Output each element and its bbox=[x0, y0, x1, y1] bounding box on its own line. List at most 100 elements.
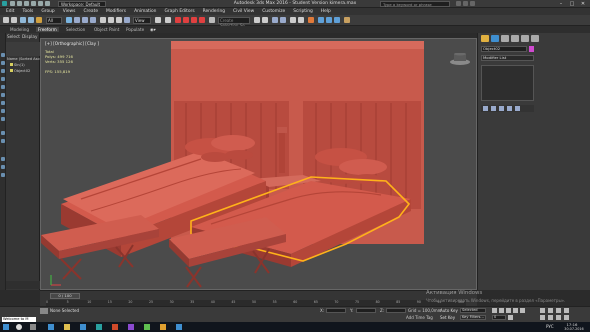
modifier-list-select[interactable]: Modifier List bbox=[481, 55, 534, 61]
y-coord-field[interactable] bbox=[356, 308, 376, 313]
render-production-icon[interactable] bbox=[334, 17, 340, 23]
task-view-icon[interactable] bbox=[30, 324, 36, 330]
menu-animation[interactable]: Animation bbox=[134, 9, 156, 14]
rendered-frame-window-icon[interactable] bbox=[326, 17, 332, 23]
selection-lock-icon[interactable] bbox=[40, 308, 48, 314]
freeze-icon[interactable] bbox=[1, 165, 5, 169]
binoculars-icon[interactable] bbox=[456, 1, 461, 6]
configure-sets-icon[interactable] bbox=[515, 106, 520, 111]
select-by-name-icon[interactable] bbox=[74, 17, 80, 23]
modifier-stack[interactable] bbox=[481, 65, 534, 101]
render-setup-icon[interactable] bbox=[318, 17, 324, 23]
tab-freeform[interactable]: Freeform bbox=[36, 27, 59, 32]
3dsmax-taskbar-icon[interactable] bbox=[96, 324, 102, 330]
window-crossing-icon[interactable] bbox=[90, 17, 96, 23]
open-icon[interactable] bbox=[17, 1, 22, 6]
pan-icon[interactable] bbox=[548, 315, 553, 320]
key-filters-button[interactable]: Key Filters... bbox=[460, 315, 486, 320]
explorer-tab-select[interactable]: Select bbox=[7, 34, 20, 39]
pin-stack-icon[interactable] bbox=[483, 106, 488, 111]
auto-key-button[interactable]: Auto Key bbox=[440, 308, 458, 313]
pivot-center-icon[interactable] bbox=[155, 17, 161, 23]
chrome-icon[interactable] bbox=[160, 324, 166, 330]
display-all-icon[interactable] bbox=[1, 69, 5, 73]
selection-filter-select[interactable]: All bbox=[46, 17, 62, 24]
photoshop-icon[interactable] bbox=[176, 324, 182, 330]
tab-selection[interactable]: Selection bbox=[66, 27, 85, 32]
select-object-icon[interactable] bbox=[66, 17, 72, 23]
curve-editor-icon[interactable] bbox=[290, 17, 296, 23]
menu-views[interactable]: Views bbox=[63, 9, 76, 14]
modify-tab-icon[interactable] bbox=[491, 35, 499, 42]
menu-help[interactable]: Help bbox=[321, 9, 331, 14]
rotate-icon[interactable] bbox=[108, 17, 114, 23]
redo-icon[interactable] bbox=[38, 1, 43, 6]
tab-populate[interactable]: Populate bbox=[126, 27, 144, 32]
clock-date[interactable]: 30.07.2016 bbox=[560, 327, 588, 331]
percent-snap-icon[interactable] bbox=[191, 17, 197, 23]
snaps-toggle-icon[interactable] bbox=[175, 17, 181, 23]
key-mode-select[interactable]: Selected bbox=[460, 308, 486, 313]
scale-icon[interactable] bbox=[116, 17, 122, 23]
store-icon[interactable] bbox=[80, 324, 86, 330]
display-spacewarps-icon[interactable] bbox=[1, 117, 5, 121]
rectangular-selection-icon[interactable] bbox=[82, 17, 88, 23]
explorer-row-sin[interactable]: Sin(1) bbox=[7, 63, 25, 68]
star-icon[interactable] bbox=[463, 1, 468, 6]
manipulate-icon[interactable] bbox=[165, 17, 171, 23]
hide-icon[interactable] bbox=[1, 173, 5, 177]
display-cameras-icon[interactable] bbox=[1, 101, 5, 105]
show-end-result-icon[interactable] bbox=[491, 106, 496, 111]
ribbon-options-icon[interactable]: ◉▾ bbox=[150, 27, 156, 32]
redo-icon[interactable] bbox=[11, 17, 17, 23]
align-icon[interactable] bbox=[262, 17, 268, 23]
set-key-button[interactable]: Set Key bbox=[440, 315, 455, 320]
menu-graph-editors[interactable]: Graph Editors bbox=[164, 9, 194, 14]
move-icon[interactable] bbox=[100, 17, 106, 23]
display-geometry-icon[interactable] bbox=[1, 77, 5, 81]
link-icon[interactable] bbox=[20, 17, 26, 23]
office-icon[interactable] bbox=[112, 324, 118, 330]
toggle-layer-explorer-icon[interactable] bbox=[280, 17, 286, 23]
play-icon[interactable] bbox=[506, 308, 511, 313]
toggle-scene-explorer-icon[interactable] bbox=[272, 17, 278, 23]
menu-scripting[interactable]: Scripting bbox=[293, 9, 313, 14]
bind-space-warp-icon[interactable] bbox=[36, 17, 42, 23]
unlink-icon[interactable] bbox=[28, 17, 34, 23]
undo-icon[interactable] bbox=[31, 1, 36, 6]
viewcube-icon[interactable] bbox=[449, 53, 471, 65]
menu-edit[interactable]: Edit bbox=[6, 9, 15, 14]
minimize-icon[interactable]: – bbox=[556, 0, 566, 8]
save-icon[interactable] bbox=[24, 1, 29, 6]
menu-group[interactable]: Group bbox=[41, 9, 54, 14]
close-icon[interactable]: ✕ bbox=[578, 0, 588, 8]
menu-tools[interactable]: Tools bbox=[23, 9, 34, 14]
x-coord-field[interactable] bbox=[326, 308, 346, 313]
display-tab-icon[interactable] bbox=[521, 35, 529, 42]
placement-icon[interactable] bbox=[124, 17, 130, 23]
whatsapp-icon[interactable] bbox=[144, 324, 150, 330]
maximize-viewport-icon[interactable] bbox=[564, 315, 569, 320]
windows-start-icon[interactable] bbox=[3, 324, 9, 330]
reference-coordinate-select[interactable]: View bbox=[133, 17, 151, 24]
schematic-view-icon[interactable] bbox=[298, 17, 304, 23]
zoom-extents-all-icon[interactable] bbox=[564, 308, 569, 313]
menu-customize[interactable]: Customize bbox=[262, 9, 285, 14]
field-of-view-icon[interactable] bbox=[540, 315, 545, 320]
prev-frame-icon[interactable] bbox=[499, 308, 504, 313]
menu-civil-view[interactable]: Civil View bbox=[233, 9, 254, 14]
zoom-icon[interactable] bbox=[540, 308, 545, 313]
search-input[interactable]: Type a keyword or phrase bbox=[380, 1, 450, 7]
angle-snap-icon[interactable] bbox=[183, 17, 189, 23]
maximize-icon[interactable]: □ bbox=[567, 0, 577, 8]
filter-icon[interactable] bbox=[1, 139, 5, 143]
z-coord-field[interactable] bbox=[386, 308, 406, 313]
next-frame-icon[interactable] bbox=[513, 308, 518, 313]
explorer-tab-display[interactable]: Display bbox=[22, 34, 37, 39]
material-editor-icon[interactable] bbox=[308, 17, 314, 23]
display-none-icon[interactable] bbox=[1, 61, 5, 65]
display-helpers-icon[interactable] bbox=[1, 109, 5, 113]
orbit-icon[interactable] bbox=[556, 315, 561, 320]
explorer-row-object02[interactable]: Object02 bbox=[7, 69, 30, 74]
select-tool-icon[interactable] bbox=[1, 53, 5, 57]
